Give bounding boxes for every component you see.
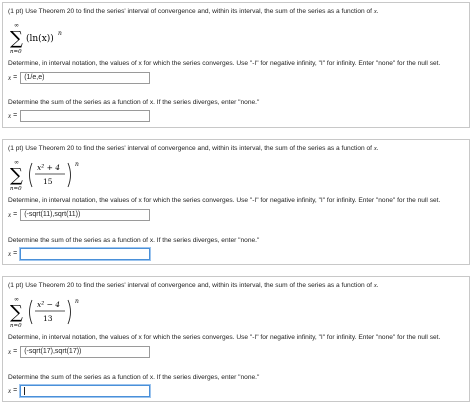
equals-sign: = (13, 250, 18, 257)
sum-question: Determine the sum of the series as a fun… (8, 237, 260, 244)
interval-answer-row: x = (-sqrt(11),sqrt(11)) (8, 208, 151, 222)
sigma-symbol: ∑ (10, 28, 23, 49)
interval-answer-input[interactable]: (1/e,e) (20, 72, 151, 84)
sum-var-label: x (8, 387, 12, 395)
fraction-denominator: 15 (43, 177, 53, 186)
interval-var-label: x (8, 211, 12, 219)
series-formula: ∞ ∑ n=0 x² + 4 15 n (8, 158, 128, 192)
series-exponent: n (75, 161, 79, 168)
interval-answer-input[interactable]: (-sqrt(11),sqrt(11)) (20, 209, 151, 221)
series-formula: ∞ ∑ n=0 (ln(x)) n (8, 21, 128, 55)
left-paren (29, 299, 33, 325)
sum-var-label: x (8, 250, 12, 258)
interval-question: Determine, in interval notation, the val… (8, 197, 441, 204)
series-exponent: n (58, 30, 62, 37)
interval-question: Determine, in interval notation, the val… (8, 334, 441, 341)
fraction-denominator: 13 (43, 314, 53, 323)
sum-answer-input[interactable] (20, 248, 151, 260)
series-term: (ln(x)) (26, 33, 54, 44)
right-paren (67, 162, 71, 188)
sum-answer-input[interactable] (20, 385, 151, 397)
equals-sign: = (13, 211, 18, 218)
problem-card-3: (1 pt) Use Theorem 20 to find the series… (2, 276, 470, 402)
problem-prompt: (1 pt) Use Theorem 20 to find the series… (8, 145, 379, 152)
sum-question: Determine the sum of the series as a fun… (8, 374, 260, 381)
interval-var-label: x (8, 74, 12, 82)
text-cursor (24, 387, 26, 395)
problem-prompt: (1 pt) Use Theorem 20 to find the series… (8, 282, 379, 289)
equals-sign: = (13, 74, 18, 81)
problem-card-2: (1 pt) Use Theorem 20 to find the series… (2, 139, 470, 265)
sum-answer-input[interactable] (20, 110, 151, 122)
problem-prompt: (1 pt) Use Theorem 20 to find the series… (8, 8, 379, 15)
fraction-numerator: x² − 4 (37, 300, 60, 309)
series-exponent: n (75, 298, 79, 305)
sigma-lower-limit: n=0 (10, 49, 22, 55)
sum-answer-row: x = (8, 109, 151, 123)
sum-var-label: x (8, 112, 12, 120)
right-paren (67, 299, 71, 325)
sigma-lower-limit: n=0 (10, 186, 22, 192)
interval-question: Determine, in interval notation, the val… (8, 60, 441, 67)
fraction-numerator: x² + 4 (37, 163, 60, 172)
sum-answer-row: x = (8, 384, 151, 398)
interval-answer-input[interactable]: (-sqrt(17),sqrt(17)) (20, 346, 151, 358)
equals-sign: = (13, 112, 18, 119)
equals-sign: = (13, 348, 18, 355)
interval-answer-row: x = (-sqrt(17),sqrt(17)) (8, 345, 151, 359)
series-formula: ∞ ∑ n=0 x² − 4 13 n (8, 295, 128, 329)
interval-answer-row: x = (1/e,e) (8, 71, 151, 85)
interval-var-label: x (8, 348, 12, 356)
problem-card-1: (1 pt) Use Theorem 20 to find the series… (2, 2, 470, 128)
sum-answer-row: x = (8, 247, 151, 261)
sigma-symbol: ∑ (10, 302, 23, 323)
sigma-lower-limit: n=0 (10, 323, 22, 329)
sigma-symbol: ∑ (10, 165, 23, 186)
equals-sign: = (13, 387, 18, 394)
sum-question: Determine the sum of the series as a fun… (8, 99, 260, 106)
left-paren (29, 162, 33, 188)
